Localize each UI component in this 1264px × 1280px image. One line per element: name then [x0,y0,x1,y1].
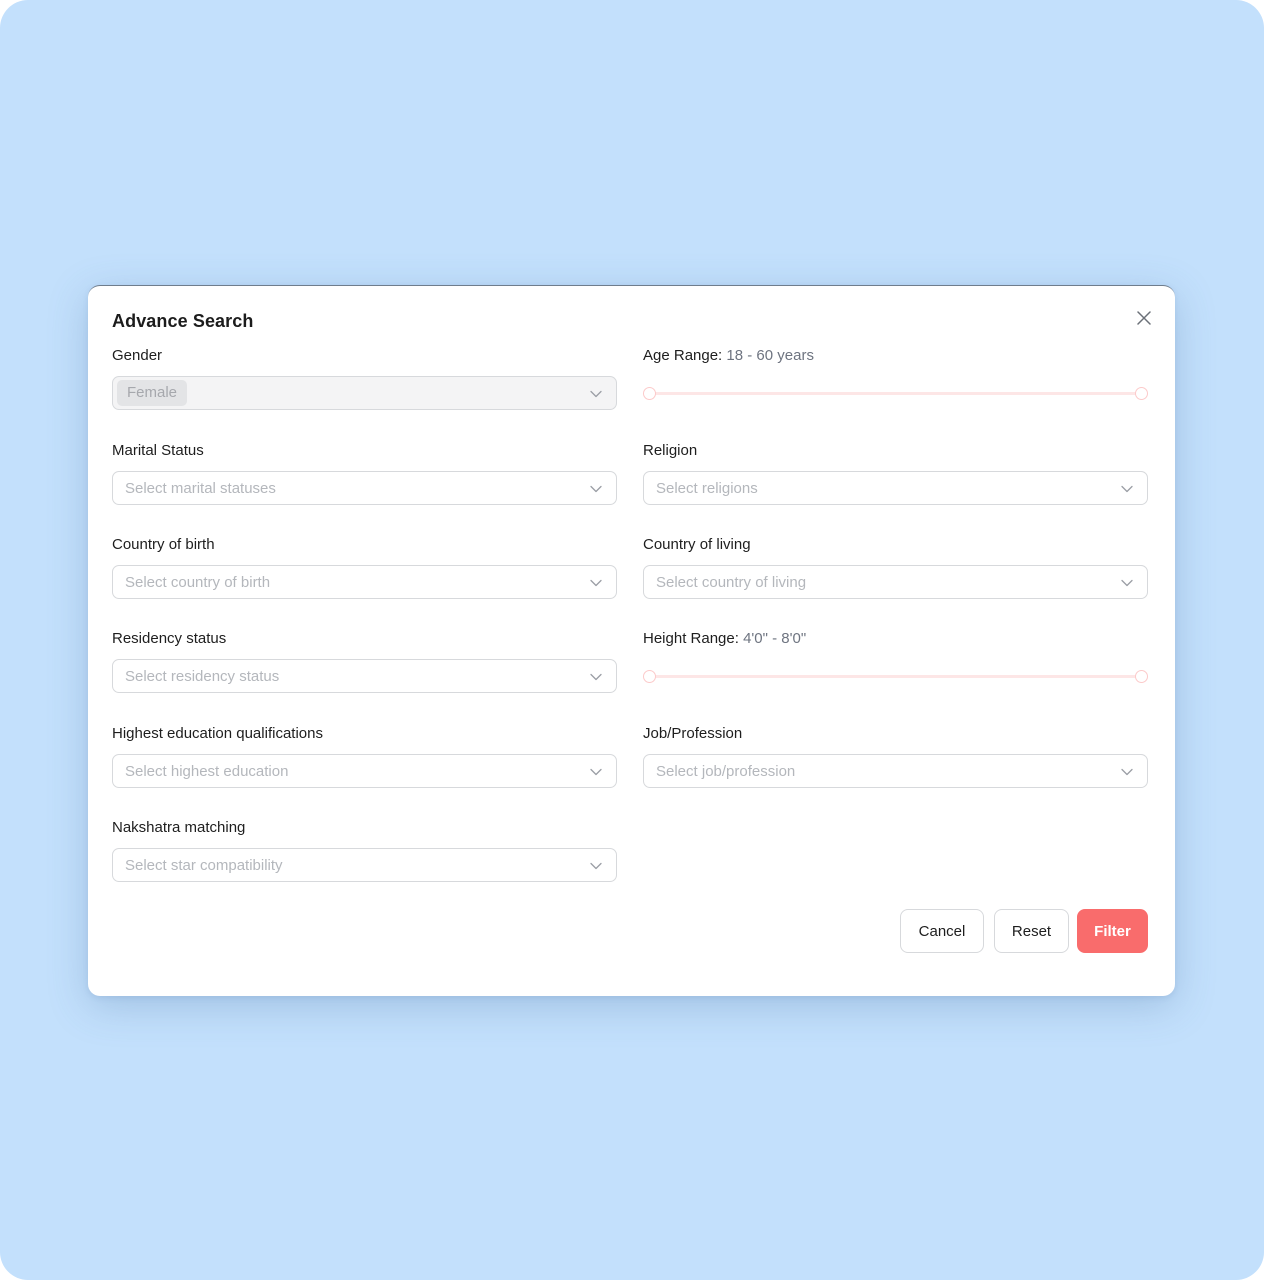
chevron-down-icon [1121,768,1133,776]
gender-label: Gender [112,347,163,364]
country-of-birth-field: Country of birth Select country of birth [112,535,617,599]
religion-select[interactable]: Select religions [643,471,1148,505]
height-range-label: Height Range: 4'0" - 8'0" [643,629,1148,649]
nakshatra-placeholder: Select star compatibility [125,856,283,874]
marital-status-field: Marital Status Select marital statuses [112,441,617,505]
age-range-label-text: Age Range: [643,347,723,364]
chevron-down-icon [590,579,602,587]
religion-placeholder: Select religions [656,479,758,497]
chevron-down-icon [590,390,602,398]
marital-status-select[interactable]: Select marital statuses [112,471,617,505]
height-range-value: 4'0" - 8'0" [743,630,807,647]
filter-button[interactable]: Filter [1077,909,1148,953]
gender-field: Gender Female [112,346,617,410]
advance-search-dialog: Advance Search Gender Female Age Range: … [88,285,1175,996]
reset-button[interactable]: Reset [994,909,1069,953]
religion-field: Religion Select religions [643,441,1148,505]
cancel-button[interactable]: Cancel [900,909,984,953]
chevron-down-icon [590,862,602,870]
country-of-birth-label: Country of birth [112,536,215,553]
age-range-label: Age Range: 18 - 60 years [643,346,1148,366]
job-field: Job/Profession Select job/profession [643,724,1148,788]
age-range-max-handle[interactable] [1135,387,1148,400]
height-range-track [649,675,1142,678]
dialog-title: Advance Search [112,311,254,331]
country-of-birth-placeholder: Select country of birth [125,573,271,591]
country-of-living-select[interactable]: Select country of living [643,565,1148,599]
marital-status-placeholder: Select marital statuses [125,479,276,497]
education-placeholder: Select highest education [125,762,289,780]
chevron-down-icon [590,768,602,776]
chevron-down-icon [1121,579,1133,587]
job-label: Job/Profession [643,725,743,742]
close-icon [1137,311,1151,325]
page-background: Advance Search Gender Female Age Range: … [0,0,1264,1280]
nakshatra-label: Nakshatra matching [112,819,246,836]
height-range-max-handle[interactable] [1135,670,1148,683]
country-of-living-field: Country of living Select country of livi… [643,535,1148,599]
job-select[interactable]: Select job/profession [643,754,1148,788]
age-range-track [649,392,1142,395]
nakshatra-field: Nakshatra matching Select star compatibi… [112,818,617,882]
height-range-field: Height Range: 4'0" - 8'0" [643,629,1148,683]
residency-status-label: Residency status [112,630,227,647]
country-of-living-label: Country of living [643,536,751,553]
height-range-min-handle[interactable] [643,670,656,683]
religion-label: Religion [643,442,698,459]
gender-selected-tag: Female [117,380,188,406]
chevron-down-icon [590,673,602,681]
age-range-slider[interactable] [643,386,1148,400]
education-field: Highest education qualifications Select … [112,724,617,788]
age-range-min-handle[interactable] [643,387,656,400]
age-range-value: 18 - 60 years [726,347,814,364]
residency-status-select[interactable]: Select residency status [112,659,617,693]
job-placeholder: Select job/profession [656,762,796,780]
nakshatra-select[interactable]: Select star compatibility [112,848,617,882]
chevron-down-icon [1121,485,1133,493]
age-range-field: Age Range: 18 - 60 years [643,346,1148,400]
residency-status-field: Residency status Select residency status [112,629,617,693]
education-label: Highest education qualifications [112,725,323,742]
country-of-birth-select[interactable]: Select country of birth [112,565,617,599]
chevron-down-icon [590,485,602,493]
country-of-living-placeholder: Select country of living [656,573,807,591]
height-range-slider[interactable] [643,669,1148,683]
residency-status-placeholder: Select residency status [125,667,280,685]
height-range-label-text: Height Range: [643,630,739,647]
gender-select[interactable]: Female [112,376,617,410]
education-select[interactable]: Select highest education [112,754,617,788]
marital-status-label: Marital Status [112,442,204,459]
close-button[interactable] [1132,306,1156,330]
